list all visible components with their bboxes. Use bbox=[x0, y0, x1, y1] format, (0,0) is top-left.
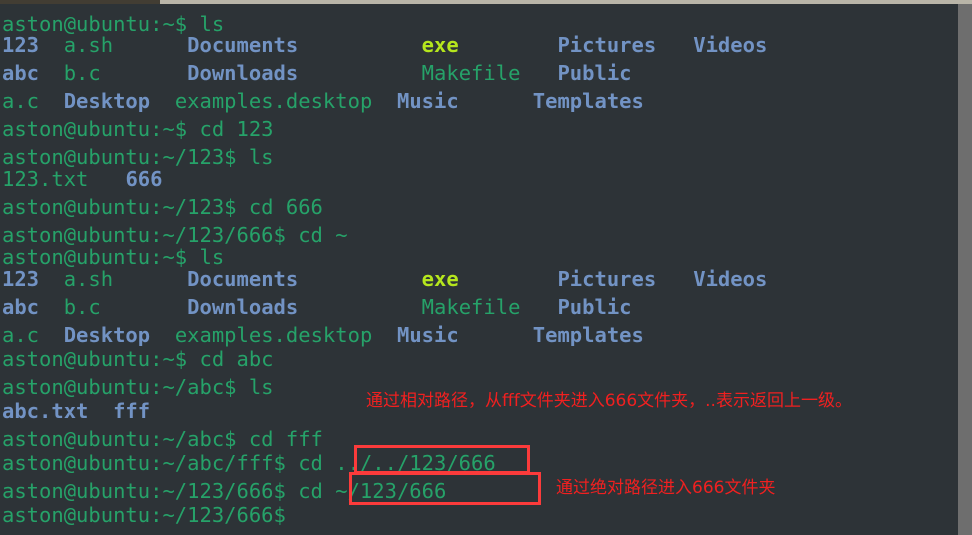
ls-spacing bbox=[88, 167, 125, 191]
ls-spacing bbox=[113, 33, 187, 57]
ls-entry-directory: abc bbox=[2, 295, 40, 319]
ls-spacing bbox=[520, 61, 557, 85]
ls-spacing bbox=[298, 61, 421, 85]
terminal-line: 123.txt 666 bbox=[2, 165, 162, 193]
terminal-text: aston@ubuntu:~/abc$ ls bbox=[2, 375, 274, 399]
ls-entry-file: Makefile bbox=[421, 61, 521, 85]
ls-spacing bbox=[372, 323, 397, 347]
terminal-line: aston@ubuntu:~/123$ cd 666 bbox=[2, 193, 323, 221]
ls-spacing bbox=[656, 267, 693, 291]
ls-entry-executable: exe bbox=[421, 267, 459, 291]
ls-spacing bbox=[150, 89, 175, 113]
vertical-scrollbar-track[interactable] bbox=[958, 4, 972, 535]
ls-entry-directory: fff bbox=[113, 399, 151, 423]
terminal-line: abc.txt fff bbox=[2, 397, 150, 425]
terminal-text: aston@ubuntu:~$ cd abc bbox=[2, 347, 274, 371]
ls-entry-directory: Downloads bbox=[187, 61, 299, 85]
terminal-text: aston@ubuntu:~/123/666$ cd ~/123/666 bbox=[2, 479, 447, 503]
ls-entry-directory: Pictures bbox=[557, 267, 657, 291]
ls-entry-directory: Music bbox=[396, 89, 459, 113]
terminal-window: aston@ubuntu:~$ ls 123 a.sh Documents ex… bbox=[0, 0, 972, 535]
annotation-absolute-path: 通过绝对路径进入666文件夹 bbox=[556, 478, 776, 498]
ls-entry-file: a.c bbox=[2, 323, 40, 347]
ls-entry-directory: Documents bbox=[187, 33, 299, 57]
ls-entry-file: examples.desktop bbox=[174, 323, 373, 347]
ls-entry-directory: abc.txt bbox=[2, 399, 89, 423]
ls-entry-file: a.c bbox=[2, 89, 40, 113]
ls-entry-directory: Music bbox=[396, 323, 459, 347]
ls-entry-file: 123.txt bbox=[2, 167, 89, 191]
ls-entry-executable: exe bbox=[421, 33, 459, 57]
ls-entry-directory: Public bbox=[557, 295, 632, 319]
ls-entry-directory: Documents bbox=[187, 267, 299, 291]
ls-entry-directory: Desktop bbox=[63, 89, 151, 113]
vertical-scrollbar-thumb[interactable] bbox=[958, 8, 972, 535]
terminal-text: aston@ubuntu:~/123/666$ bbox=[2, 503, 286, 527]
ls-entry-file: b.c bbox=[63, 61, 101, 85]
terminal-line: abc b.c Downloads Makefile Public bbox=[2, 59, 632, 87]
ls-spacing bbox=[101, 295, 187, 319]
ls-spacing bbox=[459, 89, 533, 113]
ls-spacing bbox=[39, 295, 64, 319]
terminal-line: aston@ubuntu:~/abc/fff$ cd ../../123/666 bbox=[2, 449, 496, 477]
ls-spacing bbox=[101, 61, 187, 85]
ls-spacing bbox=[39, 267, 64, 291]
terminal-screen[interactable]: aston@ubuntu:~$ ls 123 a.sh Documents ex… bbox=[0, 4, 958, 535]
terminal-line: aston@ubuntu:~$ cd 123 bbox=[2, 115, 274, 143]
ls-entry-file: Makefile bbox=[421, 295, 521, 319]
ls-entry-file: a.sh bbox=[63, 33, 114, 57]
terminal-line: abc b.c Downloads Makefile Public bbox=[2, 293, 632, 321]
ls-spacing bbox=[39, 89, 64, 113]
terminal-text: aston@ubuntu:~/123$ cd 666 bbox=[2, 195, 323, 219]
ls-spacing bbox=[39, 61, 64, 85]
ls-spacing bbox=[113, 267, 187, 291]
ls-entry-directory: Videos bbox=[693, 33, 768, 57]
terminal-line: 123 a.sh Documents exe Pictures Videos bbox=[2, 31, 767, 59]
ls-entry-file: a.sh bbox=[63, 267, 114, 291]
ls-entry-directory: 123 bbox=[2, 33, 40, 57]
terminal-text: aston@ubuntu:~/abc/fff$ cd ../../123/666 bbox=[2, 451, 496, 475]
ls-entry-directory: abc bbox=[2, 61, 40, 85]
ls-entry-file: examples.desktop bbox=[174, 89, 373, 113]
ls-spacing bbox=[298, 33, 421, 57]
ls-entry-file: b.c bbox=[63, 295, 101, 319]
ls-spacing bbox=[298, 295, 421, 319]
ls-spacing bbox=[150, 323, 175, 347]
ls-entry-directory: Public bbox=[557, 61, 632, 85]
terminal-line: 123 a.sh Documents exe Pictures Videos bbox=[2, 265, 767, 293]
terminal-text: aston@ubuntu:~/abc$ cd fff bbox=[2, 427, 323, 451]
ls-spacing bbox=[459, 323, 533, 347]
annotation-relative-path: 通过相对路径，从fff文件夹进入666文件夹，..表示返回上一级。 bbox=[366, 391, 852, 411]
ls-spacing bbox=[459, 267, 558, 291]
ls-entry-directory: Pictures bbox=[557, 33, 657, 57]
ls-spacing bbox=[88, 399, 113, 423]
ls-entry-directory: Templates bbox=[532, 323, 644, 347]
ls-spacing bbox=[372, 89, 397, 113]
terminal-line: a.c Desktop examples.desktop Music Templ… bbox=[2, 87, 644, 115]
terminal-line: aston@ubuntu:~/123/666$ bbox=[2, 501, 286, 529]
ls-entry-directory: Videos bbox=[693, 267, 768, 291]
ls-spacing bbox=[459, 33, 558, 57]
ls-spacing bbox=[520, 295, 557, 319]
ls-entry-directory: 123 bbox=[2, 267, 40, 291]
ls-spacing bbox=[39, 33, 64, 57]
terminal-line: aston@ubuntu:~$ cd abc bbox=[2, 345, 274, 373]
ls-spacing bbox=[39, 323, 64, 347]
ls-entry-directory: Templates bbox=[532, 89, 644, 113]
ls-entry-directory: Desktop bbox=[63, 323, 151, 347]
ls-entry-directory: 666 bbox=[125, 167, 163, 191]
ls-entry-directory: Downloads bbox=[187, 295, 299, 319]
terminal-text: aston@ubuntu:~$ cd 123 bbox=[2, 117, 274, 141]
ls-spacing bbox=[298, 267, 421, 291]
ls-spacing bbox=[656, 33, 693, 57]
